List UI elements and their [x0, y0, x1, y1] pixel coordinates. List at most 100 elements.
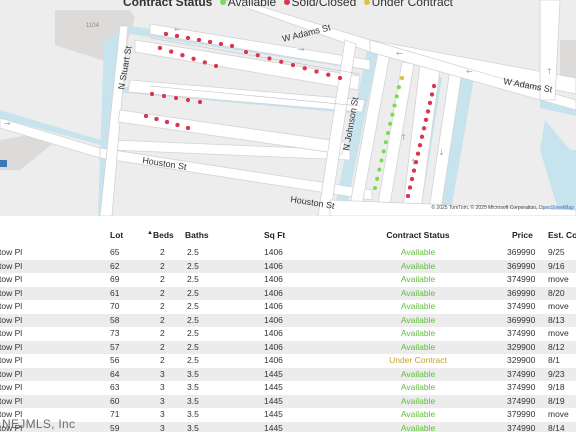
property-marker[interactable]: [153, 116, 160, 122]
property-marker[interactable]: [213, 63, 219, 69]
property-marker[interactable]: [143, 113, 149, 119]
property-marker[interactable]: [163, 31, 169, 37]
legend-dot-available: [219, 0, 226, 6]
cell-address: tow Pl: [0, 382, 23, 392]
property-marker[interactable]: [174, 33, 180, 39]
property-marker[interactable]: [411, 167, 417, 174]
property-marker[interactable]: [399, 75, 405, 81]
property-marker[interactable]: [185, 35, 191, 41]
property-marker[interactable]: [278, 59, 284, 65]
table-row[interactable]: tow Pl 63 3 3.5 1445 Available 374990 9/18: [0, 381, 576, 394]
property-marker[interactable]: [149, 91, 155, 97]
col-header-price[interactable]: Price: [512, 230, 533, 240]
property-marker[interactable]: [174, 122, 181, 128]
property-marker[interactable]: [207, 39, 213, 45]
table-row[interactable]: tow Pl 61 2 2.5 1406 Available 369990 8/20: [0, 286, 576, 300]
cell-price: 374990: [507, 368, 536, 379]
map-view[interactable]: ← → ← ← ↑ ↑ ↓ → ↑ W Adams St W Adams St …: [0, 0, 576, 216]
property-marker[interactable]: [425, 108, 431, 115]
property-marker[interactable]: [185, 97, 191, 103]
property-marker[interactable]: [374, 176, 380, 182]
cell-beds: 3: [160, 409, 165, 419]
property-marker[interactable]: [381, 148, 387, 154]
property-marker[interactable]: [173, 95, 179, 101]
property-marker[interactable]: [407, 184, 413, 191]
table-row[interactable]: tow Pl 58 2 2.5 1406 Available 369990 8/13: [0, 313, 576, 327]
property-marker[interactable]: [337, 75, 343, 81]
property-marker[interactable]: [417, 142, 423, 148]
col-header-baths[interactable]: Baths: [185, 230, 209, 240]
property-marker[interactable]: [389, 112, 395, 118]
property-marker[interactable]: [391, 102, 398, 109]
table-row[interactable]: tow Pl 71 3 3.5 1445 Available 379990 move: [0, 408, 576, 421]
cell-status: Available: [400, 274, 436, 284]
property-marker[interactable]: [313, 68, 320, 75]
table-row[interactable]: tow Pl 70 2 2.5 1406 Available 374990 move: [0, 300, 576, 313]
cell-address: tow Pl: [0, 368, 23, 379]
property-marker[interactable]: [302, 65, 308, 71]
col-header-beds[interactable]: Beds: [153, 230, 174, 240]
property-marker[interactable]: [229, 43, 235, 49]
property-marker[interactable]: [255, 52, 261, 58]
table-row[interactable]: tow Pl 62 2 2.5 1406 Available 369990 9/16: [0, 259, 576, 273]
property-marker[interactable]: [290, 62, 296, 68]
col-header-sqft[interactable]: Sq Ft: [264, 230, 285, 240]
col-header-lot[interactable]: Lot: [110, 230, 123, 240]
property-marker[interactable]: [243, 49, 249, 55]
property-marker[interactable]: [157, 45, 163, 51]
property-marker[interactable]: [161, 93, 167, 99]
property-marker[interactable]: [405, 193, 411, 199]
cell-baths: 3.5: [187, 395, 199, 406]
table-row[interactable]: tow Pl 56 2 2.5 1406 Under Contract 329900 8/1: [0, 354, 576, 367]
cell-lot: 71: [110, 409, 120, 419]
property-marker[interactable]: [429, 91, 435, 98]
table-row[interactable]: tow Pl 64 3 3.5 1445 Available 374990 9/23: [0, 367, 576, 381]
cell-lot: 58: [110, 314, 120, 325]
property-marker[interactable]: [427, 100, 433, 106]
col-header-contract-status[interactable]: Contract Status: [360, 230, 476, 240]
property-marker[interactable]: [179, 52, 186, 58]
table-row[interactable]: tow Pl 65 2 2.5 1406 Available 369990 9/25: [0, 246, 576, 259]
property-marker[interactable]: [394, 93, 400, 99]
property-marker[interactable]: [396, 84, 402, 90]
property-marker[interactable]: [190, 56, 197, 62]
property-marker[interactable]: [385, 130, 391, 136]
property-marker[interactable]: [164, 119, 170, 125]
property-marker[interactable]: [419, 134, 425, 140]
property-marker[interactable]: [378, 157, 385, 164]
property-marker[interactable]: [325, 72, 331, 78]
property-marker[interactable]: [218, 41, 224, 47]
property-marker[interactable]: [202, 59, 208, 66]
property-marker[interactable]: [383, 139, 389, 145]
legend-item-available[interactable]: Available: [216, 0, 276, 9]
legend-item-under-contract[interactable]: Under Contract: [360, 0, 453, 9]
property-marker[interactable]: [415, 151, 421, 157]
property-marker[interactable]: [266, 55, 273, 62]
property-marker[interactable]: [413, 159, 419, 165]
cell-status: Available: [400, 422, 436, 432]
table-row[interactable]: tow Pl 57 2 2.5 1406 Available 329900 8/12: [0, 340, 576, 354]
property-marker[interactable]: [409, 176, 415, 182]
cell-lot: 59: [110, 422, 120, 432]
table-row[interactable]: tow Pl 60 3 3.5 1445 Available 374990 8/19: [0, 394, 576, 408]
property-marker[interactable]: [196, 37, 202, 43]
table-row[interactable]: tow Pl 69 2 2.5 1406 Available 374990 move: [0, 273, 576, 286]
sort-ascending-icon[interactable]: ▲: [147, 230, 153, 236]
property-marker[interactable]: [185, 125, 191, 131]
property-marker[interactable]: [372, 185, 378, 191]
property-marker[interactable]: [423, 117, 429, 123]
building-number-label: 1104: [86, 23, 100, 29]
copyright-link[interactable]: OpenStreetMap: [539, 205, 574, 211]
cell-sqft: 1406: [264, 301, 283, 311]
property-marker[interactable]: [197, 99, 203, 105]
property-marker[interactable]: [376, 167, 382, 173]
property-marker[interactable]: [421, 125, 427, 131]
col-header-est-close[interactable]: Est. Co: [548, 230, 576, 240]
legend-item-sold[interactable]: Sold/Closed: [280, 0, 356, 9]
table-row[interactable]: tow Pl 59 3 3.5 1445 Available 374990 8/14: [0, 421, 576, 432]
property-marker[interactable]: [168, 48, 174, 55]
property-marker[interactable]: [431, 83, 437, 89]
svg-text:↑: ↑: [400, 133, 407, 142]
property-marker[interactable]: [387, 121, 393, 127]
table-row[interactable]: tow Pl 73 2 2.5 1406 Available 374990 move: [0, 327, 576, 340]
